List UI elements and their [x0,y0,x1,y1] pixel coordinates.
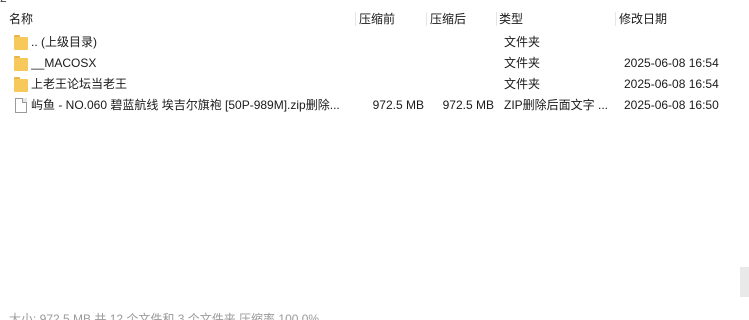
file-row-macosx[interactable]: __MACOSX 文件夹 2025-06-08 16:54 [10,53,738,74]
file-compressed-size: 972.5 MB [442,98,494,112]
file-type: 文件夹 [504,35,541,49]
folder-icon [14,77,28,92]
clipped-glyph: 2 [0,0,7,5]
file-packed-size: 972.5 MB [372,98,424,112]
file-type: ZIP删除后面文字 ... [504,98,609,112]
column-divider[interactable] [426,12,427,26]
file-modified: 2025-06-08 16:54 [624,56,719,70]
file-modified: 2025-06-08 16:50 [624,98,719,112]
folder-icon [14,35,28,50]
status-bar: 大小: 972.5 MB 共 12 个文件和 3 个文件夹 压缩率 100.0% [0,308,749,320]
column-divider[interactable] [355,12,356,26]
column-header-packed[interactable]: 压缩前 [359,8,395,30]
column-header-name[interactable]: 名称 [9,8,33,30]
file-name: 屿鱼 - NO.060 碧蓝航线 埃吉尔旗袍 [50P-989M].zip删除.… [31,98,340,112]
file-type: 文件夹 [504,56,541,70]
folder-icon [14,56,28,71]
file-icon [15,98,27,113]
file-row-zip[interactable]: 屿鱼 - NO.060 碧蓝航线 埃吉尔旗袍 [50P-989M].zip删除.… [10,95,738,116]
scrollbar-track[interactable] [740,267,749,297]
file-name: .. (上级目录) [31,35,97,49]
column-header-compressed[interactable]: 压缩后 [430,8,466,30]
file-list[interactable]: .. (上级目录) 文件夹 __MACOSX 文件夹 2025-06-08 16… [10,32,738,302]
file-modified: 2025-06-08 16:54 [624,77,719,91]
column-divider[interactable] [615,12,616,26]
top-clip: 2 [0,0,749,6]
file-row-folder[interactable]: 上老王论坛当老王 文件夹 2025-06-08 16:54 [10,74,738,95]
column-divider[interactable] [496,12,497,26]
file-name: __MACOSX [31,56,97,70]
file-type: 文件夹 [504,77,541,91]
column-header: 名称 压缩前 压缩后 类型 修改日期 [0,8,749,30]
column-header-modified[interactable]: 修改日期 [619,8,667,30]
file-row-parent-dir[interactable]: .. (上级目录) 文件夹 [10,32,738,53]
status-text: 大小: 972.5 MB 共 12 个文件和 3 个文件夹 压缩率 100.0% [9,312,320,320]
column-header-type[interactable]: 类型 [499,8,523,30]
file-name: 上老王论坛当老王 [31,77,128,91]
